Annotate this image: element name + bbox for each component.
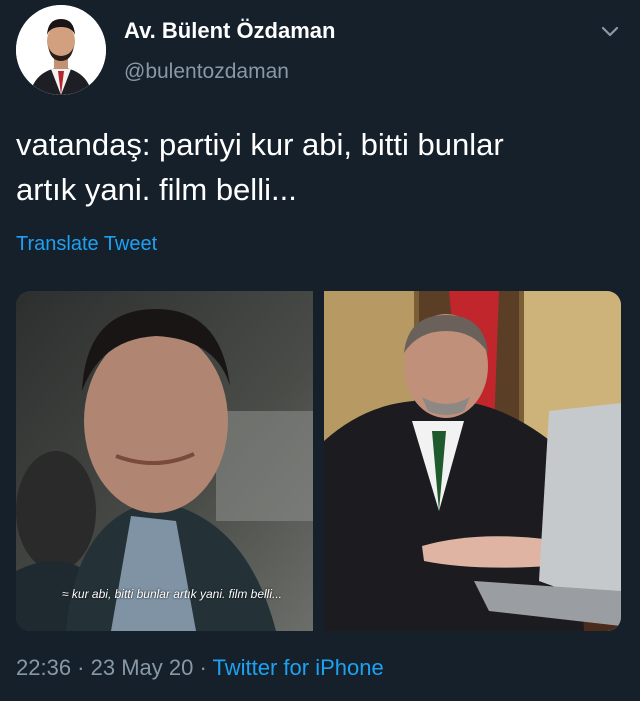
- avatar-image: [16, 5, 106, 95]
- chevron-down-icon[interactable]: [598, 20, 622, 44]
- separator: ·: [193, 655, 213, 680]
- tweet-text: vatandaş: partiyi kur abi, bitti bunlar …: [16, 122, 616, 212]
- tweet-text-line-2: artık yani. film belli...: [16, 172, 297, 207]
- tweet-time[interactable]: 22:36: [16, 655, 71, 680]
- translate-tweet-link[interactable]: Translate Tweet: [16, 233, 157, 256]
- media-caption: ≈ kur abi, bitti bunlar artık yani. film…: [62, 587, 283, 601]
- media-grid: ≈ kur abi, bitti bunlar artık yani. film…: [16, 291, 621, 631]
- tweet-text-line-1: vatandaş: partiyi kur abi, bitti bunlar: [16, 127, 504, 162]
- author-handle[interactable]: @bulentozdaman: [124, 60, 289, 84]
- author-name[interactable]: Av. Bülent Özdaman: [124, 18, 335, 44]
- tweet-footer: 22:36 · 23 May 20 · Twitter for iPhone: [16, 655, 384, 681]
- separator: ·: [71, 655, 91, 680]
- media-image-right[interactable]: [324, 291, 621, 631]
- media-image-left[interactable]: ≈ kur abi, bitti bunlar artık yani. film…: [16, 291, 313, 631]
- avatar[interactable]: [16, 5, 106, 95]
- tweet-date[interactable]: 23 May 20: [91, 655, 194, 680]
- tweet-source-link[interactable]: Twitter for iPhone: [213, 655, 384, 680]
